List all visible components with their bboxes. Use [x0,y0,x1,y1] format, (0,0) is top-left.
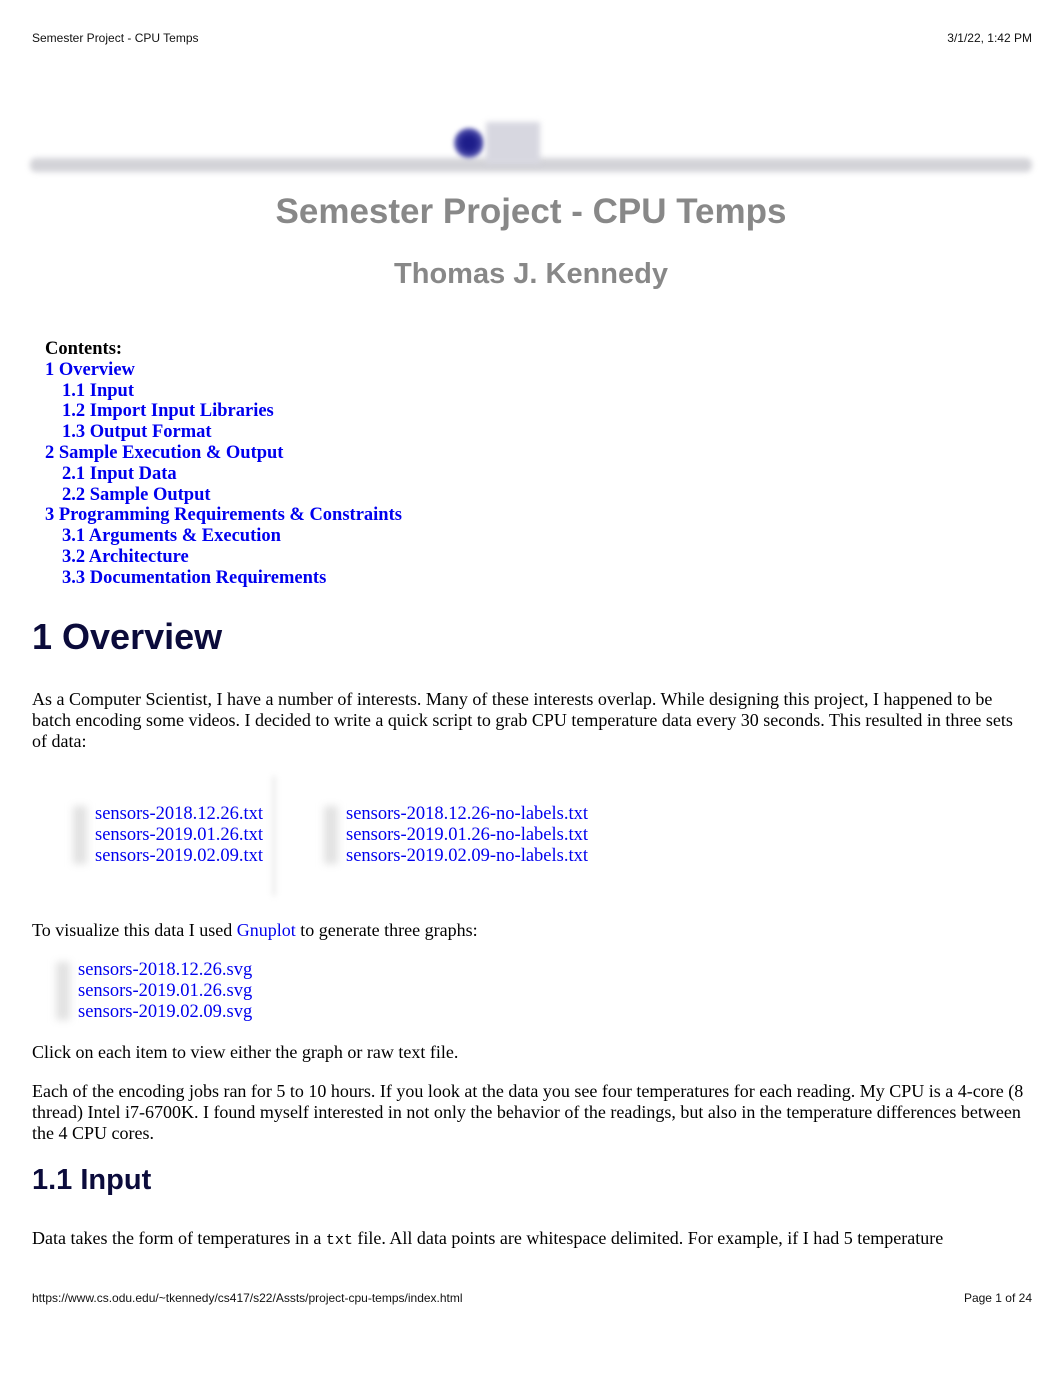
visualize-text-before: To visualize this data I used [32,920,237,940]
details-paragraph: Each of the encoding jobs ran for 5 to 1… [32,1081,1024,1143]
university-logo[interactable] [450,118,545,168]
data-file-no-labels-link[interactable]: sensors-2019.01.26-no-labels.txt [346,825,588,846]
toc-item-input-data[interactable]: 2.1 Input Data [45,464,402,485]
toc-item-documentation-requirements[interactable]: 3.3 Documentation Requirements [45,568,402,589]
toc-item-output-format[interactable]: 1.3 Output Format [45,422,402,443]
input-paragraph: Data takes the form of temperatures in a… [32,1228,1032,1252]
print-header-title: Semester Project - CPU Temps [32,31,199,45]
data-file-no-labels-link[interactable]: sensors-2018.12.26-no-labels.txt [346,804,588,825]
table-of-contents: Contents: 1 Overview 1.1 Input 1.2 Impor… [45,339,402,589]
graph-file-link[interactable]: sensors-2019.02.09.svg [78,1002,252,1023]
toc-item-sample-output[interactable]: 2.2 Sample Output [45,485,402,506]
data-file-link[interactable]: sensors-2019.02.09.txt [95,846,263,867]
document-author: Thomas J. Kennedy [394,258,668,290]
overview-intro-paragraph: As a Computer Scientist, I have a number… [32,689,1013,751]
data-file-no-labels-list: sensors-2018.12.26-no-labels.txt sensors… [324,804,588,867]
input-text-before: Data takes the form of temperatures in a [32,1228,326,1248]
print-header: Semester Project - CPU Temps 3/1/22, 1:4… [32,31,1032,45]
section-heading-overview: 1 Overview [32,616,223,657]
graph-file-list: sensors-2018.12.26.svg sensors-2019.01.2… [56,960,252,1023]
logo-wordmark [486,122,540,164]
data-file-list: sensors-2018.12.26.txt sensors-2019.01.2… [73,804,263,867]
visualize-text-after: to generate three graphs: [295,920,478,940]
toc-item-import-input-libraries[interactable]: 1.2 Import Input Libraries [45,401,402,422]
data-file-no-labels-link[interactable]: sensors-2019.02.09-no-labels.txt [346,846,588,867]
input-text-after: file. All data points are whitespace del… [352,1228,944,1248]
list-shade [56,962,70,1020]
print-footer-url: https://www.cs.odu.edu/~tkennedy/cs417/s… [32,1291,463,1305]
list-shade [324,806,338,864]
gnuplot-link[interactable]: Gnuplot [237,920,296,940]
logo-seal-icon [454,128,484,158]
print-footer-page: Page 1 of 24 [963,1291,1032,1305]
print-footer: https://www.cs.odu.edu/~tkennedy/cs417/s… [32,1291,1032,1305]
visualize-paragraph: To visualize this data I used Gnuplot to… [32,920,1032,941]
list-shade [73,806,87,864]
data-file-link[interactable]: sensors-2019.01.26.txt [95,825,263,846]
toc-item-arguments-execution[interactable]: 3.1 Arguments & Execution [45,526,402,547]
txt-code: txt [325,1232,353,1249]
graph-file-link[interactable]: sensors-2019.01.26.svg [78,981,252,1002]
toc-item-programming-requirements[interactable]: 3 Programming Requirements & Constraints [45,505,402,526]
column-divider [272,776,276,896]
data-file-link[interactable]: sensors-2018.12.26.txt [95,804,263,825]
toc-label: Contents: [45,339,123,359]
site-banner [30,114,1032,184]
toc-item-architecture[interactable]: 3.2 Architecture [45,547,402,568]
toc-item-overview[interactable]: 1 Overview [45,360,402,381]
print-header-timestamp: 3/1/22, 1:42 PM [947,31,1032,45]
graph-file-link[interactable]: sensors-2018.12.26.svg [78,960,252,981]
section-heading-input: 1.1 Input [32,1164,152,1196]
toc-item-input[interactable]: 1.1 Input [45,381,402,402]
toc-item-sample-execution-output[interactable]: 2 Sample Execution & Output [45,443,402,464]
click-note-paragraph: Click on each item to view either the gr… [32,1042,459,1062]
document-title: Semester Project - CPU Temps [275,192,787,231]
